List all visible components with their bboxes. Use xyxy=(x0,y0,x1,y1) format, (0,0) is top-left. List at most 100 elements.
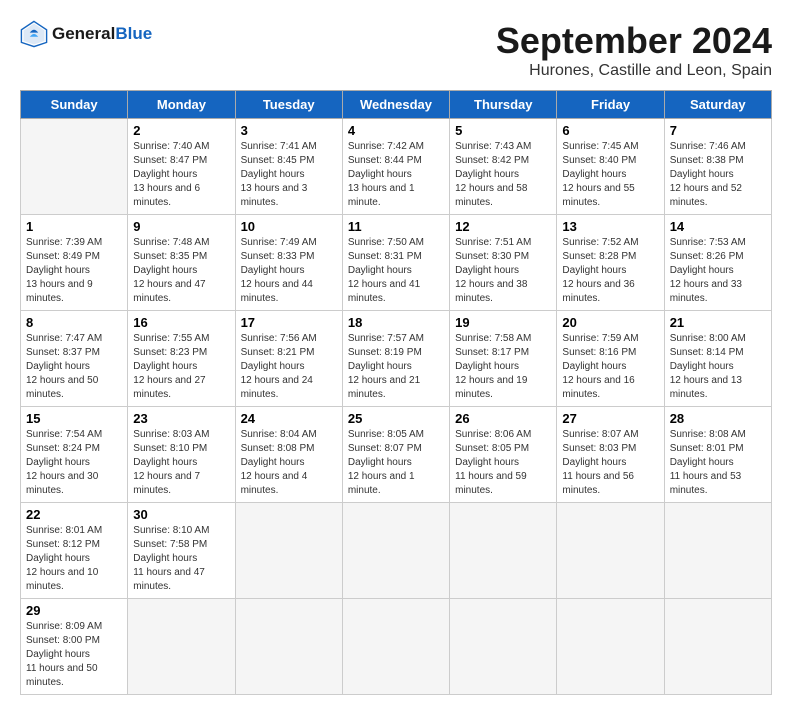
title-area: September 2024 Hurones, Castille and Leo… xyxy=(496,20,772,80)
day-info: Sunrise: 7:45 AM Sunset: 8:40 PM Dayligh… xyxy=(562,140,658,210)
day-info: Sunrise: 8:00 AM Sunset: 8:14 PM Dayligh… xyxy=(670,332,766,402)
day-number: 10 xyxy=(241,219,337,234)
header-friday: Friday xyxy=(557,91,664,119)
day-number: 6 xyxy=(562,123,658,138)
table-row: 21 Sunrise: 8:00 AM Sunset: 8:14 PM Dayl… xyxy=(664,311,771,407)
table-row: 14 Sunrise: 7:53 AM Sunset: 8:26 PM Dayl… xyxy=(664,215,771,311)
day-number: 17 xyxy=(241,315,337,330)
day-info: Sunrise: 7:42 AM Sunset: 8:44 PM Dayligh… xyxy=(348,140,444,210)
day-number: 25 xyxy=(348,411,444,426)
table-row xyxy=(450,599,557,695)
day-number: 26 xyxy=(455,411,551,426)
day-info: Sunrise: 8:04 AM Sunset: 8:08 PM Dayligh… xyxy=(241,428,337,498)
table-row: 13 Sunrise: 7:52 AM Sunset: 8:28 PM Dayl… xyxy=(557,215,664,311)
day-info: Sunrise: 7:48 AM Sunset: 8:35 PM Dayligh… xyxy=(133,236,229,306)
logo-text: GeneralBlue xyxy=(52,24,152,44)
day-info: Sunrise: 7:46 AM Sunset: 8:38 PM Dayligh… xyxy=(670,140,766,210)
table-row: 25 Sunrise: 8:05 AM Sunset: 8:07 PM Dayl… xyxy=(342,407,449,503)
table-row xyxy=(235,599,342,695)
calendar-week-row: 2 Sunrise: 7:40 AM Sunset: 8:47 PM Dayli… xyxy=(21,119,772,215)
day-info: Sunrise: 7:41 AM Sunset: 8:45 PM Dayligh… xyxy=(241,140,337,210)
table-row xyxy=(664,599,771,695)
day-number: 21 xyxy=(670,315,766,330)
table-row: 29 Sunrise: 8:09 AM Sunset: 8:00 PM Dayl… xyxy=(21,599,128,695)
calendar-week-row: 22 Sunrise: 8:01 AM Sunset: 8:12 PM Dayl… xyxy=(21,503,772,599)
day-info: Sunrise: 7:47 AM Sunset: 8:37 PM Dayligh… xyxy=(26,332,122,402)
day-number: 19 xyxy=(455,315,551,330)
day-number: 30 xyxy=(133,507,229,522)
month-title: September 2024 xyxy=(496,20,772,62)
day-info: Sunrise: 8:07 AM Sunset: 8:03 PM Dayligh… xyxy=(562,428,658,498)
table-row: 16 Sunrise: 7:55 AM Sunset: 8:23 PM Dayl… xyxy=(128,311,235,407)
table-row xyxy=(450,503,557,599)
day-number: 9 xyxy=(133,219,229,234)
day-number: 2 xyxy=(133,123,229,138)
table-row: 17 Sunrise: 7:56 AM Sunset: 8:21 PM Dayl… xyxy=(235,311,342,407)
calendar-header-row: Sunday Monday Tuesday Wednesday Thursday… xyxy=(21,91,772,119)
table-row xyxy=(128,599,235,695)
day-number: 24 xyxy=(241,411,337,426)
header-monday: Monday xyxy=(128,91,235,119)
table-row: 18 Sunrise: 7:57 AM Sunset: 8:19 PM Dayl… xyxy=(342,311,449,407)
day-info: Sunrise: 7:53 AM Sunset: 8:26 PM Dayligh… xyxy=(670,236,766,306)
table-row xyxy=(235,503,342,599)
day-info: Sunrise: 7:55 AM Sunset: 8:23 PM Dayligh… xyxy=(133,332,229,402)
table-row xyxy=(557,599,664,695)
day-number: 16 xyxy=(133,315,229,330)
day-number: 20 xyxy=(562,315,658,330)
table-row: 19 Sunrise: 7:58 AM Sunset: 8:17 PM Dayl… xyxy=(450,311,557,407)
day-info: Sunrise: 7:52 AM Sunset: 8:28 PM Dayligh… xyxy=(562,236,658,306)
calendar-week-row: 1 Sunrise: 7:39 AM Sunset: 8:49 PM Dayli… xyxy=(21,215,772,311)
table-row: 1 Sunrise: 7:39 AM Sunset: 8:49 PM Dayli… xyxy=(21,215,128,311)
day-info: Sunrise: 7:40 AM Sunset: 8:47 PM Dayligh… xyxy=(133,140,229,210)
day-info: Sunrise: 7:58 AM Sunset: 8:17 PM Dayligh… xyxy=(455,332,551,402)
day-number: 8 xyxy=(26,315,122,330)
table-row: 2 Sunrise: 7:40 AM Sunset: 8:47 PM Dayli… xyxy=(128,119,235,215)
day-number: 12 xyxy=(455,219,551,234)
day-number: 7 xyxy=(670,123,766,138)
day-info: Sunrise: 7:56 AM Sunset: 8:21 PM Dayligh… xyxy=(241,332,337,402)
day-info: Sunrise: 8:03 AM Sunset: 8:10 PM Dayligh… xyxy=(133,428,229,498)
header-wednesday: Wednesday xyxy=(342,91,449,119)
calendar-week-row: 8 Sunrise: 7:47 AM Sunset: 8:37 PM Dayli… xyxy=(21,311,772,407)
day-info: Sunrise: 8:10 AM Sunset: 7:58 PM Dayligh… xyxy=(133,524,229,594)
day-info: Sunrise: 7:57 AM Sunset: 8:19 PM Dayligh… xyxy=(348,332,444,402)
day-number: 3 xyxy=(241,123,337,138)
table-row: 5 Sunrise: 7:43 AM Sunset: 8:42 PM Dayli… xyxy=(450,119,557,215)
page-header: GeneralBlue September 2024 Hurones, Cast… xyxy=(20,20,772,80)
day-number: 11 xyxy=(348,219,444,234)
table-row xyxy=(557,503,664,599)
table-row: 27 Sunrise: 8:07 AM Sunset: 8:03 PM Dayl… xyxy=(557,407,664,503)
calendar-week-row: 29 Sunrise: 8:09 AM Sunset: 8:00 PM Dayl… xyxy=(21,599,772,695)
logo-icon xyxy=(20,20,48,48)
header-thursday: Thursday xyxy=(450,91,557,119)
table-row xyxy=(21,119,128,215)
day-info: Sunrise: 7:51 AM Sunset: 8:30 PM Dayligh… xyxy=(455,236,551,306)
table-row xyxy=(342,503,449,599)
table-row: 4 Sunrise: 7:42 AM Sunset: 8:44 PM Dayli… xyxy=(342,119,449,215)
location-title: Hurones, Castille and Leon, Spain xyxy=(496,62,772,80)
table-row: 7 Sunrise: 7:46 AM Sunset: 8:38 PM Dayli… xyxy=(664,119,771,215)
header-sunday: Sunday xyxy=(21,91,128,119)
table-row: 8 Sunrise: 7:47 AM Sunset: 8:37 PM Dayli… xyxy=(21,311,128,407)
table-row: 6 Sunrise: 7:45 AM Sunset: 8:40 PM Dayli… xyxy=(557,119,664,215)
logo: GeneralBlue xyxy=(20,20,152,48)
day-number: 4 xyxy=(348,123,444,138)
table-row: 3 Sunrise: 7:41 AM Sunset: 8:45 PM Dayli… xyxy=(235,119,342,215)
day-number: 22 xyxy=(26,507,122,522)
day-info: Sunrise: 8:01 AM Sunset: 8:12 PM Dayligh… xyxy=(26,524,122,594)
table-row xyxy=(664,503,771,599)
table-row: 9 Sunrise: 7:48 AM Sunset: 8:35 PM Dayli… xyxy=(128,215,235,311)
day-number: 13 xyxy=(562,219,658,234)
day-info: Sunrise: 7:59 AM Sunset: 8:16 PM Dayligh… xyxy=(562,332,658,402)
day-info: Sunrise: 7:49 AM Sunset: 8:33 PM Dayligh… xyxy=(241,236,337,306)
day-info: Sunrise: 7:43 AM Sunset: 8:42 PM Dayligh… xyxy=(455,140,551,210)
day-info: Sunrise: 8:09 AM Sunset: 8:00 PM Dayligh… xyxy=(26,620,122,690)
header-saturday: Saturday xyxy=(664,91,771,119)
day-number: 23 xyxy=(133,411,229,426)
table-row: 30 Sunrise: 8:10 AM Sunset: 7:58 PM Dayl… xyxy=(128,503,235,599)
day-info: Sunrise: 8:06 AM Sunset: 8:05 PM Dayligh… xyxy=(455,428,551,498)
table-row: 23 Sunrise: 8:03 AM Sunset: 8:10 PM Dayl… xyxy=(128,407,235,503)
day-number: 14 xyxy=(670,219,766,234)
table-row: 12 Sunrise: 7:51 AM Sunset: 8:30 PM Dayl… xyxy=(450,215,557,311)
